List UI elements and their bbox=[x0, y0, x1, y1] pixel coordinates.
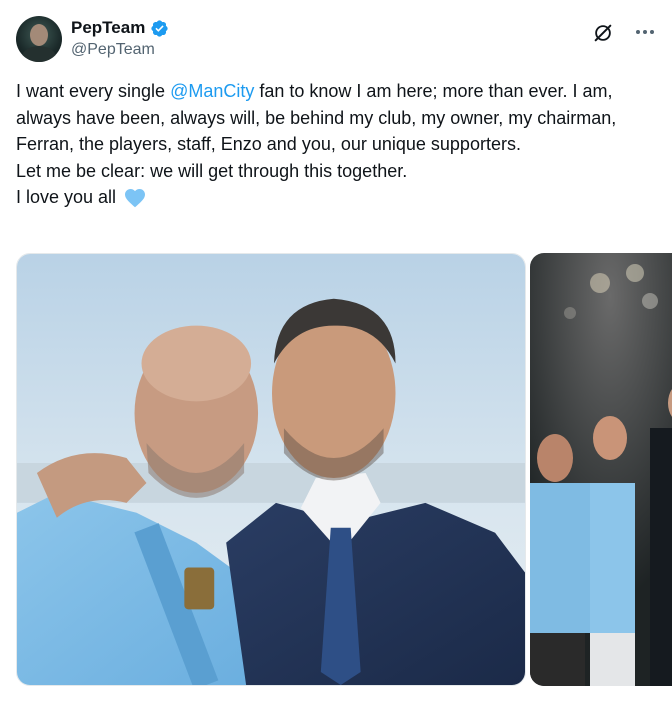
tweet-photo-1[interactable] bbox=[16, 253, 526, 686]
tweet-paragraph-3: I love you all bbox=[16, 184, 656, 211]
display-name[interactable]: PepTeam bbox=[71, 17, 145, 39]
tweet-header: PepTeam @PepTeam bbox=[16, 14, 660, 64]
tweet-media bbox=[16, 253, 672, 686]
tweet-text: I want every single @ManCity fan to know… bbox=[16, 78, 656, 211]
tweet-text-part: I want every single bbox=[16, 81, 171, 101]
tweet-paragraph-1: I want every single @ManCity fan to know… bbox=[16, 78, 656, 158]
light-blue-heart-icon bbox=[125, 189, 146, 208]
tweet-paragraph-2: Let me be clear: we will get through thi… bbox=[16, 160, 408, 181]
grok-icon[interactable] bbox=[592, 22, 614, 44]
tweet-text-part: I love you all bbox=[16, 187, 117, 207]
author-names: PepTeam @PepTeam bbox=[71, 17, 169, 61]
tweet-photo-2[interactable] bbox=[530, 253, 672, 686]
handle[interactable]: @PepTeam bbox=[71, 39, 169, 61]
more-options-icon[interactable] bbox=[632, 20, 658, 44]
verified-badge-icon bbox=[151, 19, 168, 37]
display-name-row[interactable]: PepTeam bbox=[71, 17, 169, 39]
mention-link[interactable]: @ManCity bbox=[170, 81, 254, 101]
avatar[interactable] bbox=[16, 16, 62, 62]
